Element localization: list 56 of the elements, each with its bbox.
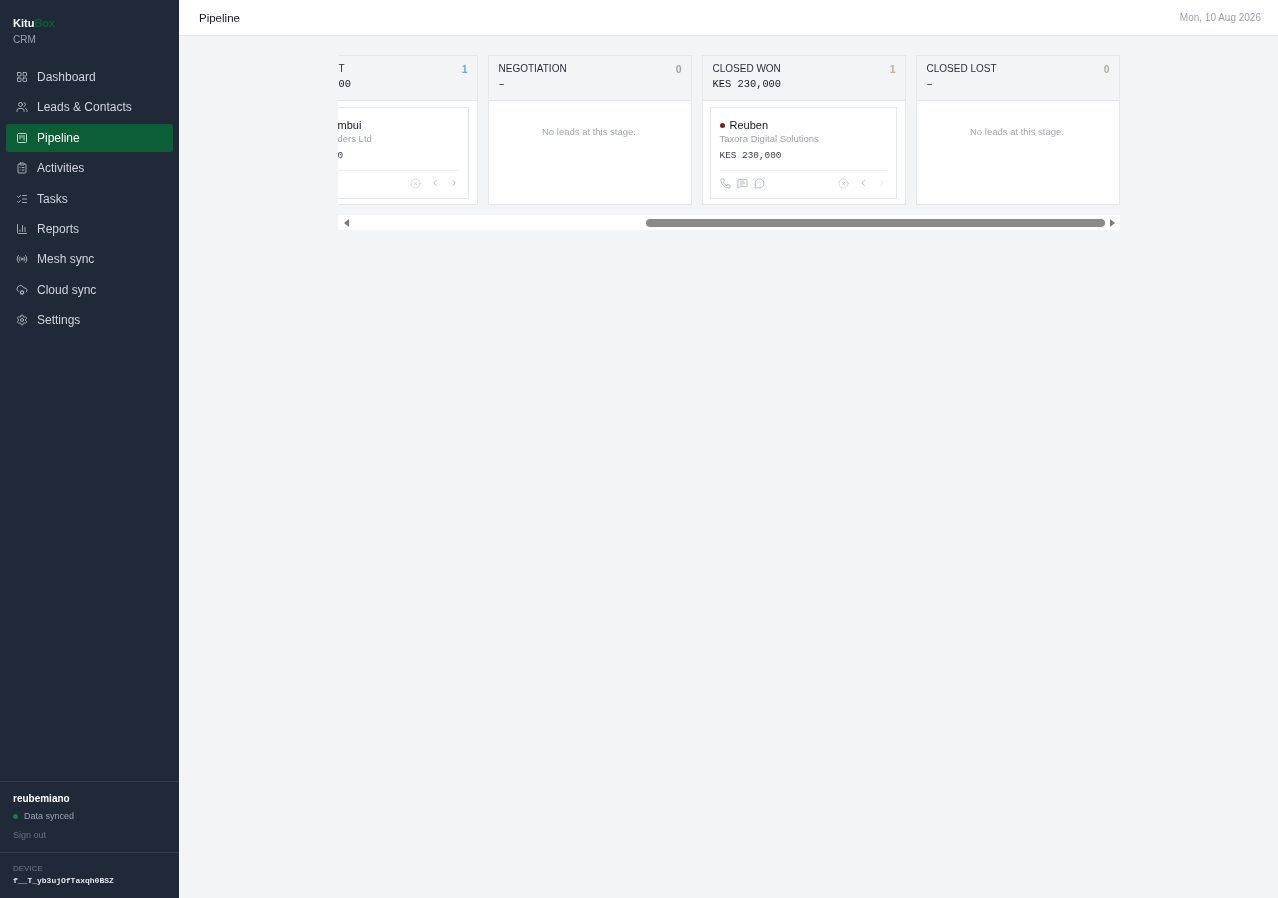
sync-status: Data synced [24, 810, 75, 822]
lead-count: 1 [461, 63, 468, 75]
caret-left-icon[interactable] [343, 218, 349, 227]
brand-subtitle: CRM [13, 34, 37, 46]
close-circle-icon[interactable] [409, 177, 421, 189]
lead-card[interactable]: mbui ders Ltd 0 [337, 107, 469, 199]
checklist-icon [16, 192, 28, 205]
empty-message: No leads at this stage. [541, 126, 637, 138]
lead-name: Reuben [729, 118, 769, 132]
deal-amount: 0 [337, 149, 345, 163]
nav-item[interactable]: Tasks [6, 184, 173, 213]
caret-right-icon[interactable] [1109, 218, 1115, 227]
kanban-icon [16, 131, 28, 144]
lead-card[interactable]: Reuben Taxora Digital Solutions KES 230,000 [709, 107, 897, 199]
people-icon [16, 101, 28, 114]
message-icon[interactable] [736, 177, 748, 189]
lead-count: 1 [889, 63, 896, 75]
stage-title: NEGOTIATION [498, 63, 567, 75]
date-text: Mon, 10 Aug 2026 [1179, 12, 1261, 23]
phone-icon[interactable] [719, 177, 731, 189]
nav-item[interactable]: Dashboard [6, 63, 173, 91]
company-name: Taxora Digital Solutions [719, 132, 820, 146]
page-title: Pipeline [199, 11, 240, 24]
deal-amount: KES 230,000 [719, 149, 783, 163]
lead-name: mbui [337, 118, 362, 132]
bar-chart-icon [16, 222, 28, 235]
nav-item[interactable]: Mesh sync [6, 245, 173, 274]
company-name: ders Ltd [337, 132, 373, 146]
nav-item[interactable]: Pipeline [6, 123, 173, 152]
close-circle-icon[interactable] [837, 177, 849, 189]
stage-title: T [338, 63, 345, 75]
radio-waves-icon [16, 253, 28, 266]
stage-total: – [498, 78, 506, 90]
clipboard-icon [16, 162, 28, 175]
nav-item[interactable]: Reports [6, 214, 173, 243]
user-name: reubemiano [13, 793, 71, 805]
nav-item[interactable]: Activities [6, 154, 173, 183]
settings-icon [16, 314, 28, 327]
stage-title: CLOSED LOST [926, 63, 997, 75]
stage-title: CLOSED WON [712, 63, 781, 75]
lead-count: 0 [1103, 63, 1110, 75]
device-label: DEVICE [13, 863, 44, 875]
stage-total: KES 230,000 [712, 78, 783, 90]
cloud-gear-icon [16, 283, 28, 296]
lead-count: 0 [675, 63, 682, 75]
nav-item[interactable]: Settings [6, 306, 173, 335]
brand-logo: KituBox [13, 17, 57, 29]
nav-item[interactable]: Cloud sync [6, 275, 173, 304]
scrollbar-thumb[interactable] [646, 218, 1105, 227]
stage-total: – [926, 78, 934, 90]
nav-item[interactable]: Leads & Contacts [6, 93, 173, 122]
chat-bubble-icon[interactable] [753, 177, 765, 189]
stage-total: 00 [338, 78, 352, 90]
grid-icon [16, 71, 28, 83]
empty-message: No leads at this stage. [969, 126, 1065, 138]
device-id: f__T_yb3ujOfTaxqh0BSZ [13, 875, 115, 887]
